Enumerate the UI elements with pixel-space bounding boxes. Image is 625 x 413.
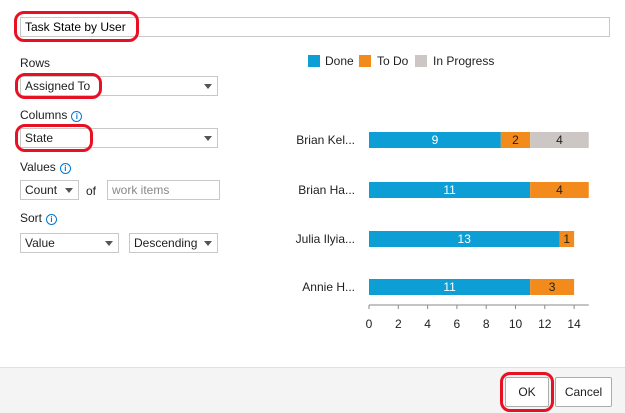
legend-label-inprogress: In Progress xyxy=(433,54,495,68)
legend-swatch-todo xyxy=(359,55,371,67)
rows-select[interactable]: Assigned To xyxy=(20,76,218,96)
x-tick-label: 0 xyxy=(366,317,373,331)
bar-segment xyxy=(369,182,531,198)
x-tick-label: 14 xyxy=(567,317,581,331)
legend-swatch-inprogress xyxy=(415,55,427,67)
bar-segment xyxy=(369,231,560,247)
category-label: Brian Kel... xyxy=(296,133,355,147)
bar-segment xyxy=(369,132,501,148)
sort-label: Sort i xyxy=(20,211,58,225)
columns-select[interactable]: State xyxy=(20,128,218,148)
bar-segment xyxy=(369,279,531,295)
bar-data-label: 3 xyxy=(549,280,556,294)
legend-swatch-done xyxy=(308,55,320,67)
rows-select-value: Assigned To xyxy=(25,79,91,93)
x-tick-label: 8 xyxy=(483,317,490,331)
chevron-down-icon xyxy=(204,241,212,246)
bar-data-label: 4 xyxy=(556,133,563,147)
values-label-text: Values xyxy=(20,160,56,174)
bar-data-label: 9 xyxy=(432,133,439,147)
category-label: Brian Ha... xyxy=(298,183,355,197)
bar-data-label: 11 xyxy=(443,183,456,197)
chevron-down-icon xyxy=(204,84,212,89)
sort-label-text: Sort xyxy=(20,211,43,225)
values-aggregate-value: Count xyxy=(25,183,58,197)
bar-data-label: 2 xyxy=(512,133,519,147)
chevron-down-icon xyxy=(105,241,113,246)
ok-button[interactable]: OK xyxy=(505,377,549,407)
rows-label: Rows xyxy=(20,56,51,70)
bar-data-label: 11 xyxy=(443,280,456,294)
values-field-input[interactable]: work items xyxy=(107,180,220,200)
category-label: Annie H... xyxy=(302,280,355,294)
sort-order-value: Descending xyxy=(134,236,198,250)
bar-segment xyxy=(530,182,589,198)
bar-data-label: 1 xyxy=(563,232,570,246)
x-tick-label: 12 xyxy=(538,317,552,331)
columns-label-text: Columns xyxy=(20,108,68,122)
bar-segment xyxy=(500,132,531,148)
x-tick-label: 4 xyxy=(424,317,431,331)
x-tick-label: 2 xyxy=(395,317,402,331)
cancel-button[interactable]: Cancel xyxy=(555,377,612,407)
of-label: of xyxy=(86,184,97,198)
info-icon[interactable]: i xyxy=(46,214,58,225)
values-label: Values i xyxy=(20,160,71,174)
values-aggregate-select[interactable]: Count xyxy=(20,180,79,200)
sort-by-select[interactable]: Value xyxy=(20,233,119,253)
bar-data-label: 13 xyxy=(458,232,472,246)
chart-title-input[interactable] xyxy=(20,17,610,37)
x-tick-label: 10 xyxy=(509,317,523,331)
bar-segment xyxy=(530,132,589,148)
sort-by-value: Value xyxy=(25,236,55,250)
bar-data-label: 4 xyxy=(556,183,563,197)
x-tick-label: 6 xyxy=(454,317,461,331)
info-icon[interactable]: i xyxy=(59,163,71,174)
bar-segment xyxy=(559,231,575,247)
columns-select-value: State xyxy=(25,131,54,145)
legend-label-todo: To Do xyxy=(377,54,409,68)
chevron-down-icon xyxy=(204,136,212,141)
legend-label-done: Done xyxy=(325,54,354,68)
bar-segment xyxy=(530,279,575,295)
chevron-down-icon xyxy=(65,188,73,193)
sort-order-select[interactable]: Descending xyxy=(129,233,218,253)
category-label: Julia Ilyia... xyxy=(296,232,355,246)
columns-label: Columns i xyxy=(20,108,83,122)
info-icon[interactable]: i xyxy=(71,111,83,122)
